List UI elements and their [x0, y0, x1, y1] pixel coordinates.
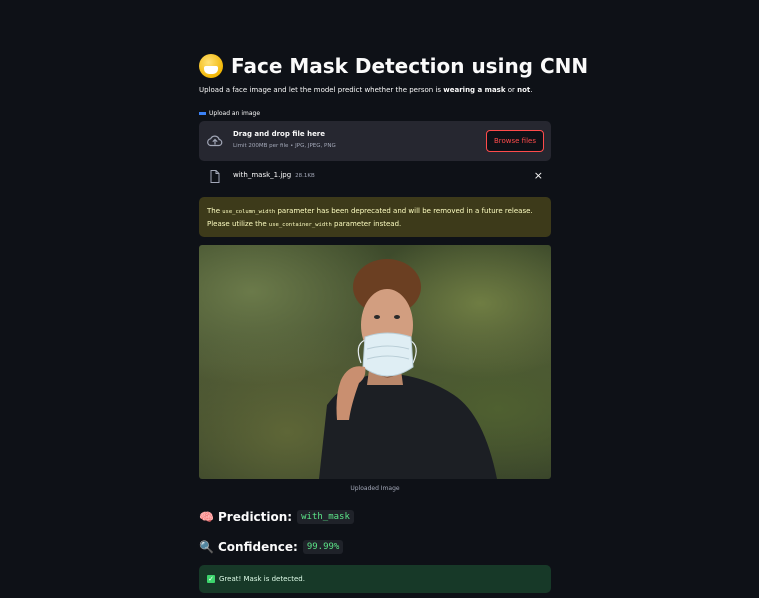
- prediction-label: Prediction:: [218, 510, 293, 524]
- warning-code-column-width: use_column_width: [222, 209, 276, 215]
- subtitle-mid: or: [505, 86, 518, 94]
- file-icon: [210, 170, 220, 183]
- file-dropzone[interactable]: Drag and drop file here Limit 200MB per …: [199, 121, 551, 161]
- warning-text-start: The: [207, 207, 223, 215]
- uploader-label: Upload an image: [199, 110, 260, 117]
- uploaded-image: [199, 245, 551, 479]
- subtitle-end: .: [530, 86, 533, 94]
- success-message: Great! Mask is detected.: [219, 575, 305, 583]
- confidence-line: 🔍 Confidence: 99.99%: [199, 538, 344, 556]
- success-alert: ✓ Great! Mask is detected.: [199, 565, 551, 593]
- dropzone-limit: Limit 200MB per file • JPG, JPEG, PNG: [233, 143, 336, 149]
- uploaded-file-name: with_mask_1.jpg 28.1KB: [233, 171, 315, 179]
- uploaded-file-row: with_mask_1.jpg 28.1KB ×: [199, 166, 551, 188]
- uploader-label-text: Upload an image: [209, 110, 261, 117]
- uploaded-photo-illustration: [319, 259, 497, 479]
- remove-file-close-icon[interactable]: ×: [534, 169, 543, 182]
- brain-icon: 🧠: [199, 510, 214, 524]
- file-name-text: with_mask_1.jpg: [233, 171, 292, 179]
- masked-face-icon: [199, 54, 223, 78]
- subtitle-prefix: Upload a face image and let the model pr…: [199, 86, 444, 94]
- cloud-upload-icon: [207, 135, 223, 147]
- subtitle-bold-not: not: [517, 86, 531, 94]
- image-caption: Uploaded Image: [350, 485, 400, 492]
- prediction-value: with_mask: [297, 510, 354, 524]
- deprecation-warning: The use_column_width parameter has been …: [199, 197, 551, 237]
- magnifier-icon: 🔍: [199, 540, 214, 554]
- dropzone-title: Drag and drop file here: [233, 130, 326, 138]
- page-subtitle: Upload a face image and let the model pr…: [199, 86, 533, 94]
- page-title: Face Mask Detection using CNN: [199, 50, 588, 82]
- prediction-line: 🧠 Prediction: with_mask: [199, 508, 354, 526]
- confidence-value: 99.99%: [302, 540, 344, 554]
- upload-label-icon: [199, 112, 206, 115]
- warning-code-container-width: use_container_width: [268, 222, 332, 228]
- page-title-text: Face Mask Detection using CNN: [231, 54, 589, 78]
- subtitle-bold-mask: wearing a mask: [443, 86, 506, 94]
- check-icon: ✓: [207, 575, 215, 583]
- file-size: 28.1KB: [295, 173, 315, 179]
- confidence-label: Confidence:: [218, 540, 298, 554]
- browse-files-button[interactable]: Browse files: [485, 130, 544, 152]
- warning-text-end: parameter instead.: [331, 220, 402, 228]
